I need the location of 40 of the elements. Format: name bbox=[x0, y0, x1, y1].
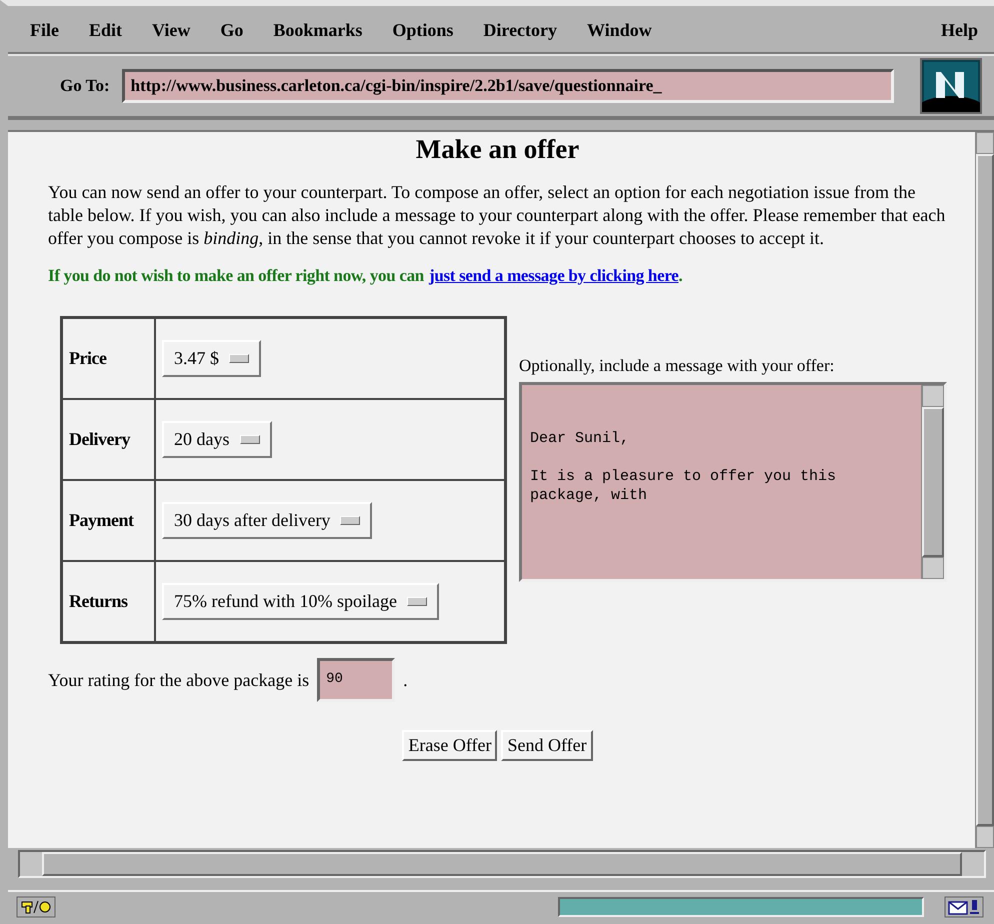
message-paragraph: It is a pleasure to offer you this package, with bbox=[530, 467, 838, 505]
mail-icon[interactable] bbox=[944, 896, 984, 918]
issue-label: Returns bbox=[62, 561, 155, 642]
menu-item[interactable]: View bbox=[152, 20, 190, 52]
rating-label: Your rating for the above package is bbox=[48, 670, 310, 690]
period-text: . bbox=[403, 670, 408, 690]
notice-text: If you do not wish to make an offer right now, you can bbox=[48, 266, 424, 285]
menu-item[interactable]: Edit bbox=[89, 20, 122, 52]
menu-item[interactable]: Options bbox=[392, 20, 454, 52]
option-menu-indicator-icon bbox=[229, 354, 249, 363]
option-menu[interactable]: 3.47 $ bbox=[162, 340, 261, 377]
option-menu[interactable]: 30 days after delivery bbox=[162, 502, 372, 539]
menu-item[interactable]: Help bbox=[940, 20, 978, 52]
message-field[interactable]: Dear Sunil, It is a pleasure to offer you this package, with bbox=[519, 382, 947, 582]
issue-label: Delivery bbox=[62, 399, 155, 480]
period-text: . bbox=[678, 266, 682, 285]
erase-offer-button[interactable]: Erase Offer bbox=[402, 730, 498, 761]
menu-item[interactable]: Directory bbox=[483, 20, 558, 52]
page-title: Make an offer bbox=[414, 134, 580, 165]
send-message-link[interactable]: just send a message by clicking here bbox=[428, 266, 679, 285]
menu-item[interactable]: Window bbox=[587, 20, 652, 52]
message-label: Optionally, include a message with your offer: bbox=[519, 356, 836, 376]
url-field[interactable]: http://www.business.carleton.ca/cgi-bin/inspire/2.2b1/save/questionnaire_ bbox=[122, 69, 894, 103]
option-menu[interactable]: 20 days bbox=[162, 421, 272, 458]
issue-label: Payment bbox=[62, 480, 155, 561]
key-icon bbox=[16, 896, 56, 918]
option-menu-indicator-icon bbox=[240, 435, 260, 444]
issue-label: Price bbox=[62, 318, 155, 399]
menu-item[interactable]: File bbox=[30, 20, 59, 52]
location-label: Go To: bbox=[60, 76, 110, 96]
menu-item[interactable]: Bookmarks bbox=[273, 20, 362, 52]
browser-logo-icon bbox=[920, 58, 982, 114]
option-menu-indicator-icon bbox=[340, 516, 360, 525]
send-offer-button[interactable]: Send Offer bbox=[501, 730, 593, 761]
menu-item[interactable]: Go bbox=[220, 20, 244, 52]
option-menu-indicator-icon bbox=[406, 597, 427, 606]
rating-field[interactable]: 90 bbox=[317, 658, 396, 702]
option-menu[interactable]: 75% refund with 10% spoilage bbox=[162, 583, 439, 620]
intro-paragraph: You can now send an offer to your counterpart. To compose an offer, select an option for each negotiation issue from the table below. If you wish, you can also include a message to your counterpart along with the offer. Please remember that each offer you compose is binding, in the sense that you cannot revoke it if your counterpart chooses to accept it. bbox=[48, 181, 946, 250]
message-paragraph: Dear Sunil, bbox=[530, 429, 630, 448]
